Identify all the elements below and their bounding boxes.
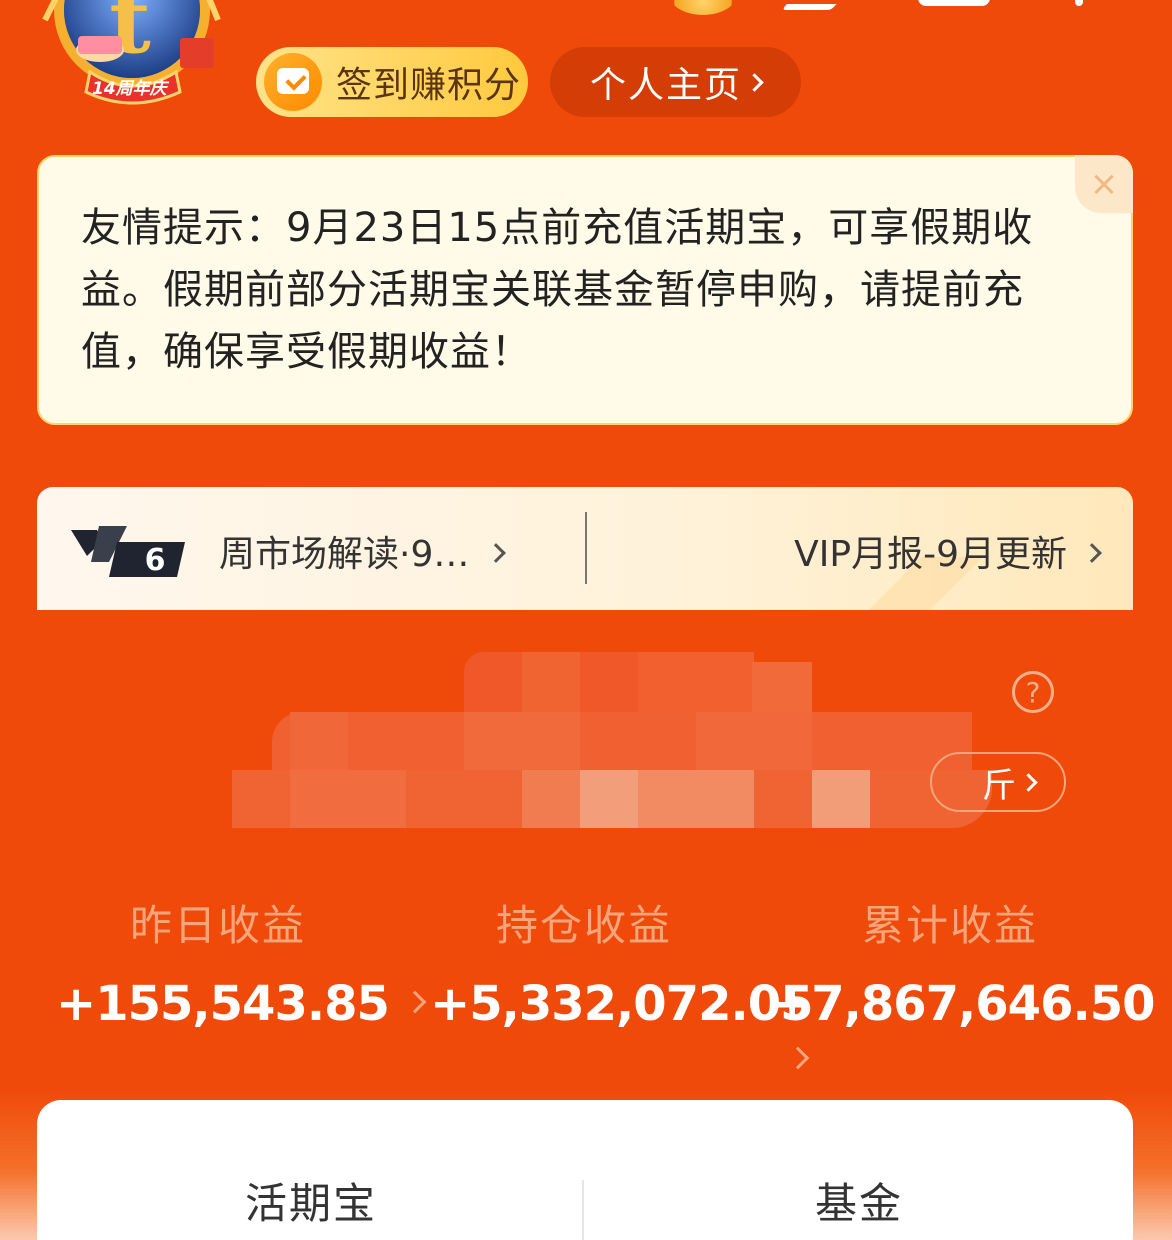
crown-icon[interactable] <box>668 0 738 15</box>
profile-label: 个人主页 <box>589 65 742 106</box>
checkin-label: 签到赚积分 <box>336 65 522 106</box>
stat-label-holding: 持仓收益 <box>496 901 673 950</box>
profile-button[interactable]: 个人主页 <box>550 47 801 117</box>
chevron-right-icon <box>486 543 507 563</box>
calendar-check-icon <box>264 53 322 111</box>
vip-banner: 6 周市场解读·9… VIP月报-9月更新 <box>37 487 1133 627</box>
vip-report-label: VIP月报-9月更新 <box>794 534 1067 575</box>
message-icon[interactable] <box>918 0 990 6</box>
asset-detail-button[interactable]: 斤 <box>930 752 1066 812</box>
weekly-read-link[interactable]: 周市场解读·9… <box>219 525 507 577</box>
blurred-total-assets <box>232 652 1012 832</box>
anniversary-badge: 14周年庆 <box>92 79 167 99</box>
stat-label-total: 累计收益 <box>862 901 1039 950</box>
notice-banner: 友情提示：9月23日15点前充值活期宝，可享假期收益。假期前部分活期宝关联基金暂… <box>37 155 1133 425</box>
chevron-right-icon <box>1082 543 1102 563</box>
tab-card <box>37 1100 1133 1240</box>
avatar[interactable]: t 14周年庆 <box>30 0 235 120</box>
stat-value-holding: +5,332,072.05 <box>430 976 814 1032</box>
stat-label-yesterday: 昨日收益 <box>130 901 307 950</box>
help-icon[interactable]: ? <box>1012 671 1054 713</box>
edit-icon[interactable] <box>781 0 849 10</box>
vip-diamond-icon: 6 <box>71 526 185 577</box>
notice-text: 友情提示：9月23日15点前充值活期宝，可享假期收益。假期前部分活期宝关联基金暂… <box>81 205 1034 375</box>
weekly-read-label: 周市场解读·9… <box>219 534 470 575</box>
chevron-right-icon <box>1019 772 1038 792</box>
tab-divider <box>582 1180 584 1240</box>
chevron-right-icon <box>745 72 764 92</box>
more-icon[interactable] <box>1075 0 1083 6</box>
chevron-right-icon <box>403 990 427 1014</box>
tab-huoqibao[interactable]: 活期宝 <box>245 1170 377 1231</box>
stat-holding[interactable]: +5,332,072.05 <box>430 976 814 1032</box>
vip-level: 6 <box>145 543 166 577</box>
asset-detail-label: 斤 <box>982 765 1016 806</box>
close-icon[interactable]: × <box>1075 155 1133 213</box>
stat-value-total: +7,867,646.50 <box>772 976 1156 1032</box>
chevron-right-icon <box>786 1046 810 1070</box>
stat-value-yesterday: +155,543.85 <box>56 976 390 1032</box>
checkin-button[interactable]: 签到赚积分 <box>256 47 528 117</box>
divider <box>585 512 587 584</box>
tab-fund[interactable]: 基金 <box>815 1170 903 1231</box>
stat-total[interactable]: +7,867,646.50 <box>772 976 1172 1088</box>
vip-report-link[interactable]: VIP月报-9月更新 <box>794 525 1102 577</box>
stat-yesterday[interactable]: +155,543.85 <box>56 976 427 1032</box>
